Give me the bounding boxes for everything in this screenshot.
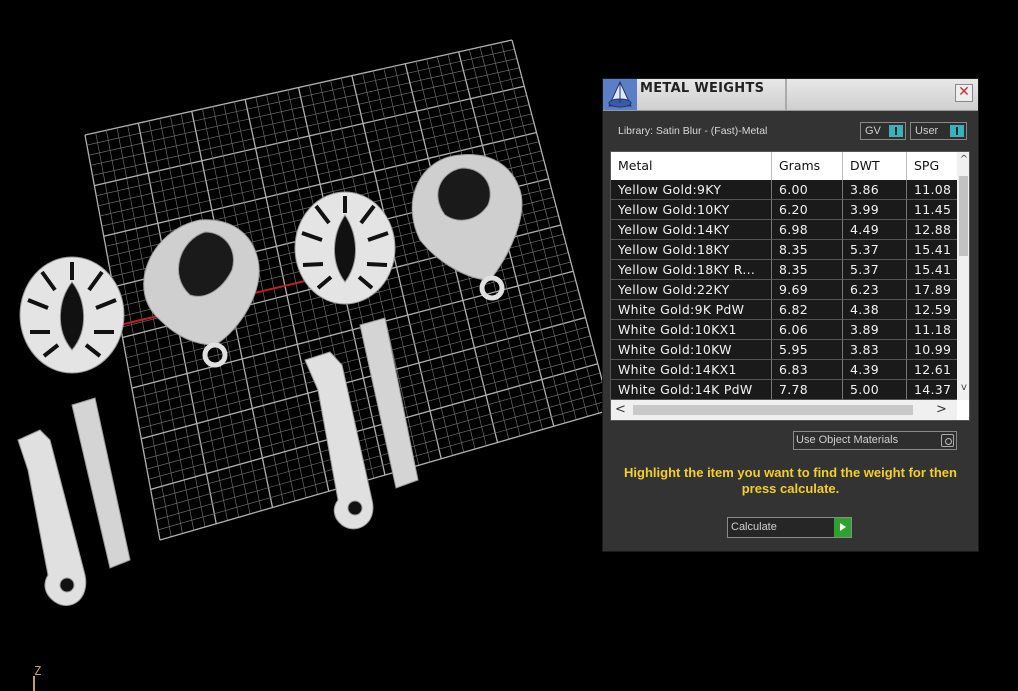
cell-spg: 14.37 — [907, 380, 957, 400]
vertical-scrollbar[interactable]: ^ v — [957, 152, 969, 400]
cell-dwt: 3.89 — [843, 320, 907, 340]
cell-dwt: 3.83 — [843, 340, 907, 360]
cell-metal: White Gold:10KX1 — [611, 320, 772, 340]
table-row[interactable]: White Gold:10KW 5.95 3.83 10.99 — [611, 340, 957, 360]
cell-spg: 10.99 — [907, 340, 957, 360]
table-row[interactable]: White Gold:10KX1 6.06 3.89 11.18 — [611, 320, 957, 340]
column-header-dwt[interactable]: DWT — [843, 152, 907, 180]
table-row[interactable]: White Gold:14KX1 6.83 4.39 12.61 — [611, 360, 957, 380]
user-toggle-label: User — [915, 125, 939, 137]
z-axis-label: Z — [34, 664, 42, 678]
earring-pave-drop-right[interactable] — [411, 154, 523, 301]
cell-metal: Yellow Gold:9KY — [611, 180, 772, 200]
play-arrow-icon — [834, 518, 851, 537]
vertical-scroll-thumb[interactable] — [959, 176, 968, 256]
gv-toggle-label: GV — [865, 125, 881, 137]
cell-spg: 11.18 — [907, 320, 957, 340]
radio-toggle-icon — [941, 434, 954, 447]
horizontal-scroll-thumb[interactable] — [633, 405, 913, 415]
table-row[interactable]: White Gold:14K PdW 7.78 5.00 14.37 — [611, 380, 957, 400]
cell-spg: 15.41 — [907, 260, 957, 280]
cell-metal: White Gold:14KX1 — [611, 360, 772, 380]
grid-line — [511, 39, 611, 411]
cell-grams: 5.95 — [772, 340, 843, 360]
table-row[interactable]: Yellow Gold:18KY R... 8.35 5.37 15.41 — [611, 260, 957, 280]
cell-dwt: 4.39 — [843, 360, 907, 380]
panel-titlebar[interactable]: METAL WEIGHTS ✕ — [603, 79, 978, 111]
cell-metal: White Gold:10KW — [611, 340, 772, 360]
cell-metal: Yellow Gold:22KY — [611, 280, 772, 300]
earring-fan-piece-left[interactable] — [19, 256, 125, 374]
cell-spg: 12.61 — [907, 360, 957, 380]
cell-spg: 11.45 — [907, 200, 957, 220]
horizontal-scrollbar[interactable]: < > — [611, 400, 957, 420]
cell-grams: 8.35 — [772, 240, 843, 260]
calculate-button[interactable]: Calculate — [727, 517, 852, 538]
earring-hinge-arm-left[interactable] — [17, 429, 87, 607]
earring-fan-piece-right[interactable] — [294, 191, 396, 305]
cell-metal: White Gold:14K PdW — [611, 380, 772, 400]
cell-grams: 6.98 — [772, 220, 843, 240]
instruction-text: Highlight the item you want to find the … — [624, 465, 957, 496]
earring-pave-drop-left[interactable] — [143, 219, 260, 368]
table-row[interactable]: Yellow Gold:10KY 6.20 3.99 11.45 — [611, 200, 957, 220]
cell-dwt: 4.49 — [843, 220, 907, 240]
cell-dwt: 5.00 — [843, 380, 907, 400]
table-row[interactable]: Yellow Gold:9KY 6.00 3.86 11.08 — [611, 180, 957, 200]
cell-metal: Yellow Gold:18KY — [611, 240, 772, 260]
cell-dwt: 5.37 — [843, 240, 907, 260]
cell-dwt: 5.37 — [843, 260, 907, 280]
cell-spg: 11.08 — [907, 180, 957, 200]
cell-grams: 6.00 — [772, 180, 843, 200]
use-object-materials-label: Use Object Materials — [796, 434, 899, 446]
user-toggle[interactable]: User — [910, 122, 967, 140]
panel-title: METAL WEIGHTS — [640, 81, 765, 96]
scroll-right-icon[interactable]: > — [936, 402, 947, 417]
table-header: Metal Grams DWT SPG — [611, 152, 967, 180]
scroll-down-icon[interactable]: v — [958, 382, 969, 396]
earring-lattice-bar-left[interactable] — [71, 397, 131, 569]
toggle-switch-icon — [950, 125, 964, 137]
cell-spg: 12.88 — [907, 220, 957, 240]
toggle-switch-icon — [889, 125, 903, 137]
table-body: Yellow Gold:9KY 6.00 3.86 11.08 Yellow Gold:… — [611, 180, 957, 400]
cell-metal: Yellow Gold:10KY — [611, 200, 772, 220]
metal-weights-panel: METAL WEIGHTS ✕ Library: Satin Blur - (F… — [602, 78, 979, 552]
cell-spg: 17.89 — [907, 280, 957, 300]
table-row[interactable]: Yellow Gold:14KY 6.98 4.49 12.88 — [611, 220, 957, 240]
cell-dwt: 6.23 — [843, 280, 907, 300]
cell-spg: 12.59 — [907, 300, 957, 320]
cell-dwt: 3.86 — [843, 180, 907, 200]
cell-grams: 6.20 — [772, 200, 843, 220]
table-row[interactable]: Yellow Gold:22KY 9.69 6.23 17.89 — [611, 280, 957, 300]
column-header-grams[interactable]: Grams — [772, 152, 843, 180]
cell-grams: 8.35 — [772, 260, 843, 280]
z-axis-indicator — [33, 676, 35, 691]
calculate-label: Calculate — [731, 521, 777, 533]
cell-grams: 7.78 — [772, 380, 843, 400]
cell-grams: 9.69 — [772, 280, 843, 300]
cell-grams: 6.82 — [772, 300, 843, 320]
cell-metal: Yellow Gold:14KY — [611, 220, 772, 240]
close-icon[interactable]: ✕ — [955, 84, 973, 102]
library-label: Library: Satin Blur - (Fast)-Metal — [618, 125, 768, 137]
table-row[interactable]: Yellow Gold:18KY 8.35 5.37 15.41 — [611, 240, 957, 260]
column-header-metal[interactable]: Metal — [611, 152, 772, 180]
cell-spg: 15.41 — [907, 240, 957, 260]
cell-dwt: 3.99 — [843, 200, 907, 220]
cell-grams: 6.83 — [772, 360, 843, 380]
cell-grams: 6.06 — [772, 320, 843, 340]
scroll-left-icon[interactable]: < — [615, 402, 626, 417]
use-object-materials-toggle[interactable]: Use Object Materials — [793, 431, 957, 450]
table-row[interactable]: White Gold:9K PdW 6.82 4.38 12.59 — [611, 300, 957, 320]
gv-toggle[interactable]: GV — [860, 122, 906, 140]
cell-metal: White Gold:9K PdW — [611, 300, 772, 320]
scroll-up-icon[interactable]: ^ — [958, 154, 969, 168]
metal-weights-table: Metal Grams DWT SPG Yellow Gold:9KY 6.00 3… — [610, 151, 970, 421]
gem-tool-icon — [603, 79, 637, 110]
cell-metal: Yellow Gold:18KY R... — [611, 260, 772, 280]
cell-dwt: 4.38 — [843, 300, 907, 320]
